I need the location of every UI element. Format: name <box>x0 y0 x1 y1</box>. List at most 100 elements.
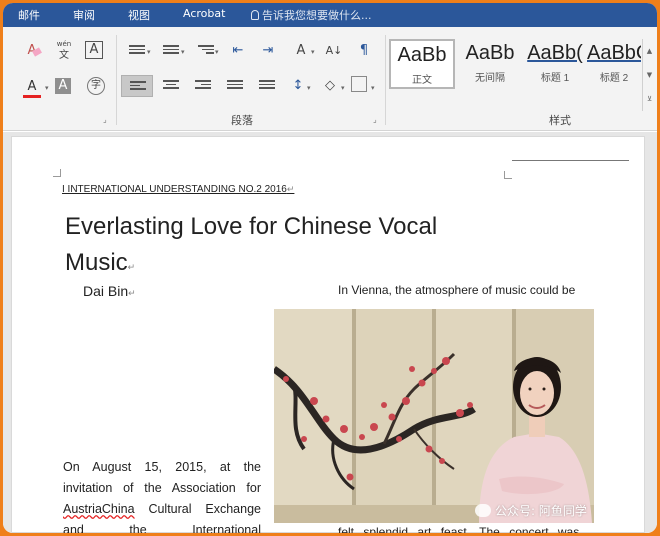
tab-acrobat[interactable]: Acrobat <box>183 7 225 20</box>
line-spacing-icon[interactable]: ↕ <box>287 76 309 96</box>
chevron-down-icon[interactable]: ▾ <box>147 48 151 56</box>
chevron-up-icon[interactable]: ▲ <box>643 39 656 63</box>
group-separator <box>116 35 117 125</box>
sort-glyph: A↓ <box>325 44 343 57</box>
ribbon: A wén文 A A ▾ A 字 ⌟ ▾ ▾ ▾ ⇤ ⇥ A ▾ A↓ ¶ ↕ … <box>3 27 657 131</box>
paragraph-dialog-launcher-icon[interactable]: ⌟ <box>373 115 377 124</box>
author-name: Dai Bin↵ <box>83 283 136 299</box>
style-name: 无间隔 <box>475 73 505 84</box>
wechat-icon <box>475 504 491 517</box>
style-gallery-scroll[interactable]: ▲ ▼ ⊻ <box>642 39 656 111</box>
char-shading-glyph: A <box>58 78 68 93</box>
style-sample: AaBb( <box>527 42 583 64</box>
style-no-spacing[interactable]: AaBb 无间隔 <box>457 39 523 89</box>
style-heading-2[interactable]: AaBbC 标题 2 <box>587 39 641 89</box>
decrease-indent-icon[interactable]: ⇤ <box>227 41 249 61</box>
paragraph-mark: ↵ <box>286 184 295 194</box>
photo-illustration <box>274 309 594 523</box>
left-line-4: and the International <box>63 523 261 533</box>
running-header: I INTERNATIONAL UNDERSTANDING NO.2 2016↵ <box>62 184 294 195</box>
multilevel-list-icon[interactable] <box>193 41 215 61</box>
enclose-characters-icon[interactable]: 字 <box>87 77 105 95</box>
tell-me-text: 告诉我您想要做什么... <box>262 9 372 22</box>
spellcheck-word[interactable]: AustriaChina <box>63 502 135 516</box>
distributed-icon[interactable] <box>255 76 277 96</box>
margin-corner-mark <box>504 171 512 179</box>
borders-icon[interactable] <box>351 76 367 92</box>
character-border-icon[interactable]: A <box>85 41 103 59</box>
menu-bar: 邮件 审阅 视图 Acrobat 告诉我您想要做什么... <box>3 3 657 27</box>
bullets-icon[interactable] <box>125 41 147 61</box>
increase-indent-icon[interactable]: ⇥ <box>257 41 279 61</box>
style-sample: AaBb <box>465 42 515 64</box>
char-border-glyph: A <box>89 42 99 57</box>
right-column-text: felt splendid art feast. The concert was <box>338 525 580 533</box>
character-shading-icon[interactable]: A <box>55 78 71 94</box>
watermark: 公众号: 阿鱼同学 <box>475 502 587 519</box>
left-line-2: invitation of the Association for <box>63 481 261 495</box>
document-canvas: I INTERNATIONAL UNDERSTANDING NO.2 2016↵… <box>3 132 657 533</box>
style-name: 正文 <box>412 75 432 86</box>
document-page[interactable]: I INTERNATIONAL UNDERSTANDING NO.2 2016↵… <box>11 136 645 533</box>
tab-review[interactable]: 审阅 <box>73 7 95 23</box>
center-icon[interactable] <box>159 76 181 96</box>
group-separator <box>385 35 386 125</box>
paragraph-group-label: 段落 <box>231 114 253 127</box>
asian-layout-icon[interactable]: A <box>290 41 312 61</box>
chevron-down-icon[interactable]: ▾ <box>181 48 185 56</box>
author-text: Dai Bin <box>83 283 129 299</box>
chevron-down-icon[interactable]: ▾ <box>371 84 375 92</box>
tell-me-search[interactable]: 告诉我您想要做什么... <box>251 7 372 23</box>
running-header-text: I INTERNATIONAL UNDERSTANDING NO.2 2016 <box>62 184 287 195</box>
shading-icon[interactable]: ◇ <box>319 76 341 96</box>
right-column-intro: In Vienna, the atmosphere of music could… <box>338 283 576 297</box>
title-line-1: Everlasting Love for Chinese Vocal <box>65 213 438 240</box>
numbering-icon[interactable] <box>159 41 181 61</box>
tab-mailings[interactable]: 邮件 <box>18 7 40 23</box>
chevron-down-icon[interactable]: ▾ <box>341 84 345 92</box>
chevron-down-icon[interactable]: ▼ <box>643 63 656 87</box>
show-marks-glyph: ¶ <box>359 43 369 58</box>
paragraph-mark: ↵ <box>127 262 136 272</box>
watermark-text: 公众号: 阿鱼同学 <box>495 504 587 518</box>
clear-formatting-icon[interactable]: A <box>21 41 43 61</box>
paragraph-mark: ↵ <box>128 288 136 298</box>
left-line-3-rest: Cultural Exchange <box>134 502 261 516</box>
margin-corner-mark <box>53 169 61 177</box>
sort-icon[interactable]: A↓ <box>323 41 345 61</box>
font-color-icon[interactable]: A <box>21 77 43 97</box>
phonetic-guide-icon[interactable]: wén 文 <box>53 39 75 61</box>
header-rule <box>512 160 629 161</box>
article-title: Everlasting Love for Chinese Vocal Music… <box>65 209 485 285</box>
left-column-paragraph: On August 15, 2015, at the invitation of… <box>63 457 261 533</box>
tab-view[interactable]: 视图 <box>128 7 150 23</box>
font-color-swatch <box>23 95 41 98</box>
style-name: 标题 1 <box>540 73 570 84</box>
font-dialog-launcher-icon[interactable]: ⌟ <box>103 115 107 124</box>
align-right-icon[interactable] <box>191 76 213 96</box>
asian-layout-glyph: A <box>296 43 306 58</box>
more-styles-icon[interactable]: ⊻ <box>643 87 656 111</box>
chevron-down-icon[interactable]: ▾ <box>45 84 49 92</box>
left-line-1: On August 15, 2015, at the <box>63 460 261 474</box>
enclose-glyph: 字 <box>91 80 101 91</box>
justify-icon[interactable] <box>223 76 245 96</box>
style-sample: AaBb <box>397 44 447 66</box>
style-normal[interactable]: AaBb 正文 <box>389 39 455 89</box>
article-photo <box>274 309 594 523</box>
styles-group-label: 样式 <box>549 114 571 127</box>
lightbulb-icon <box>251 10 259 20</box>
title-line-2: Music <box>65 249 128 276</box>
style-heading-1[interactable]: AaBb( 标题 1 <box>525 39 585 89</box>
font-color-glyph: A <box>27 79 37 94</box>
show-hide-marks-icon[interactable]: ¶ <box>353 41 375 61</box>
chevron-down-icon[interactable]: ▾ <box>311 48 315 56</box>
phonetic-top: wén <box>56 40 72 48</box>
chevron-down-icon[interactable]: ▾ <box>307 84 311 92</box>
chevron-down-icon[interactable]: ▾ <box>215 48 219 56</box>
word-window: 邮件 审阅 视图 Acrobat 告诉我您想要做什么... A wén 文 A A… <box>3 3 657 533</box>
align-left-icon[interactable] <box>121 75 153 97</box>
style-name: 标题 2 <box>599 73 629 84</box>
style-sample: AaBbC <box>587 42 641 64</box>
phonetic-bottom: 文 <box>59 50 69 61</box>
